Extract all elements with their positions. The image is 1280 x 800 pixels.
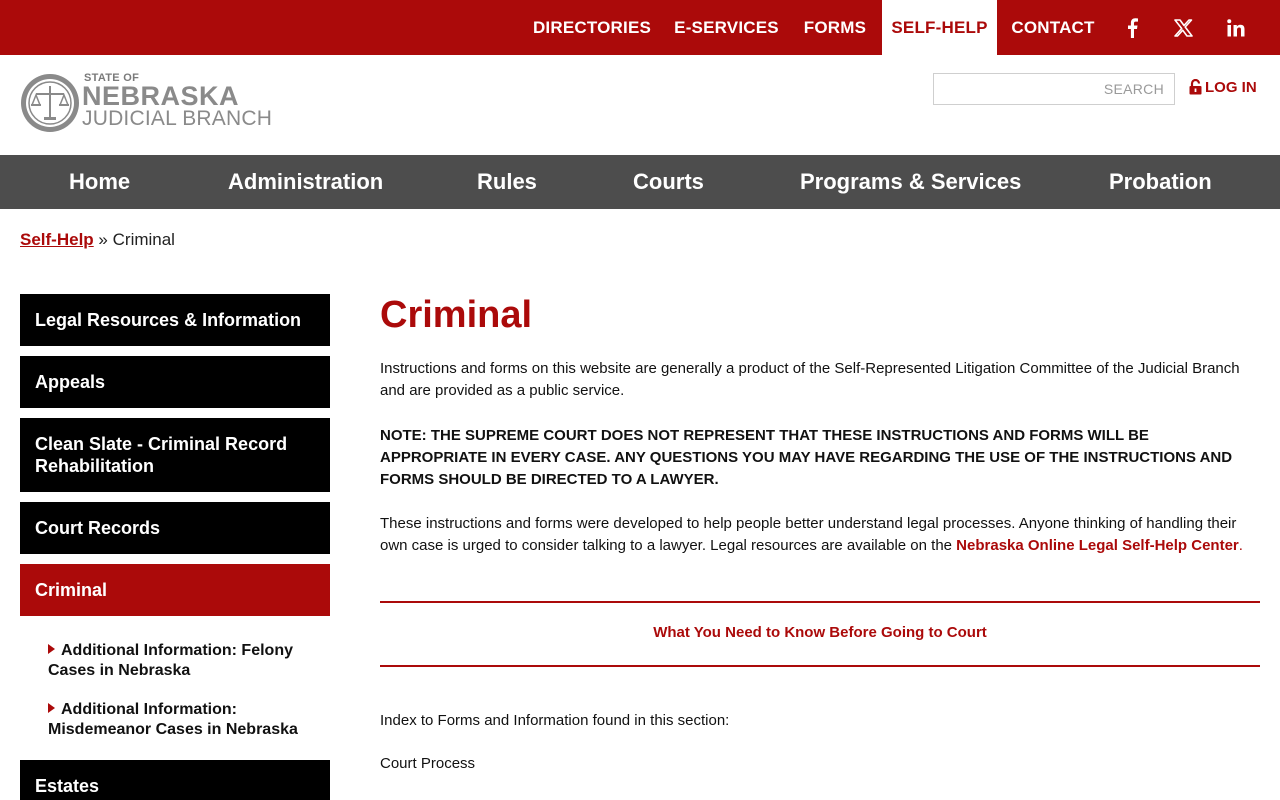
sidebar-item-criminal[interactable]: Criminal bbox=[20, 564, 330, 616]
help-paragraph: These instructions and forms were develo… bbox=[380, 513, 1248, 557]
nav-probation[interactable]: Probation bbox=[1109, 155, 1212, 209]
linkedin-icon[interactable] bbox=[1216, 0, 1256, 55]
page-title: Criminal bbox=[380, 294, 533, 336]
intro-paragraph: Instructions and forms on this website a… bbox=[380, 360, 1240, 399]
lock-icon bbox=[1189, 79, 1202, 95]
login-label: LOG IN bbox=[1205, 78, 1257, 96]
sidebar-item-legal-resources[interactable]: Legal Resources & Information bbox=[20, 294, 330, 346]
caret-right-icon bbox=[48, 703, 55, 713]
site-logo[interactable]: STATE OF NEBRASKA JUDICIAL BRANCH bbox=[20, 72, 280, 136]
topnav-contact[interactable]: CONTACT bbox=[1004, 0, 1102, 55]
breadcrumb-current: Criminal bbox=[112, 230, 175, 249]
index-text: Index to Forms and Information found in … bbox=[380, 712, 730, 729]
seal-icon bbox=[21, 74, 79, 132]
nav-rules[interactable]: Rules bbox=[477, 155, 537, 209]
sidebar-subitem-felony[interactable]: Additional Information: Felony Cases in … bbox=[48, 641, 328, 681]
breadcrumb: Self-Help » Criminal bbox=[20, 230, 175, 250]
x-icon[interactable] bbox=[1163, 0, 1203, 55]
caret-right-icon bbox=[48, 644, 55, 654]
sidebar-item-court-records[interactable]: Court Records bbox=[20, 502, 330, 554]
facebook-icon[interactable] bbox=[1112, 0, 1152, 55]
nav-home[interactable]: Home bbox=[69, 155, 130, 209]
topnav-directories[interactable]: DIRECTORIES bbox=[526, 0, 658, 55]
sidebar-subitem-label: Additional Information: Misdemeanor Case… bbox=[48, 701, 298, 738]
note-paragraph: NOTE: THE SUPREME COURT DOES NOT REPRESE… bbox=[380, 427, 1233, 488]
login-link[interactable]: LOG IN bbox=[1189, 77, 1257, 97]
logo-judicial-branch: JUDICIAL BRANCH bbox=[82, 107, 273, 130]
sidebar-subitem-misdemeanor[interactable]: Additional Information: Misdemeanor Case… bbox=[48, 700, 328, 740]
nav-programs-services[interactable]: Programs & Services bbox=[800, 155, 1021, 209]
sidebar-item-estates[interactable]: Estates bbox=[20, 760, 330, 800]
section-heading-court-process: Court Process bbox=[380, 755, 476, 772]
nav-administration[interactable]: Administration bbox=[228, 155, 383, 209]
know-before-court-link[interactable]: What You Need to Know Before Going to Co… bbox=[380, 624, 1260, 641]
breadcrumb-self-help[interactable]: Self-Help bbox=[20, 230, 94, 249]
help-end: . bbox=[1238, 537, 1243, 554]
sidebar-item-clean-slate[interactable]: Clean Slate - Criminal Record Rehabilita… bbox=[20, 418, 330, 492]
self-help-center-link[interactable]: Nebraska Online Legal Self-Help Center bbox=[956, 537, 1239, 554]
divider-bottom bbox=[380, 665, 1260, 667]
search-input[interactable] bbox=[933, 73, 1175, 105]
nav-courts[interactable]: Courts bbox=[633, 155, 704, 209]
sidebar-item-appeals[interactable]: Appeals bbox=[20, 356, 330, 408]
breadcrumb-separator: » bbox=[98, 230, 108, 249]
topnav-e-services[interactable]: E-SERVICES bbox=[666, 0, 787, 55]
divider-top bbox=[380, 601, 1260, 603]
topnav-self-help[interactable]: SELF-HELP bbox=[882, 0, 997, 55]
sidebar-subitem-label: Additional Information: Felony Cases in … bbox=[48, 642, 293, 679]
topnav-forms[interactable]: FORMS bbox=[795, 0, 875, 55]
